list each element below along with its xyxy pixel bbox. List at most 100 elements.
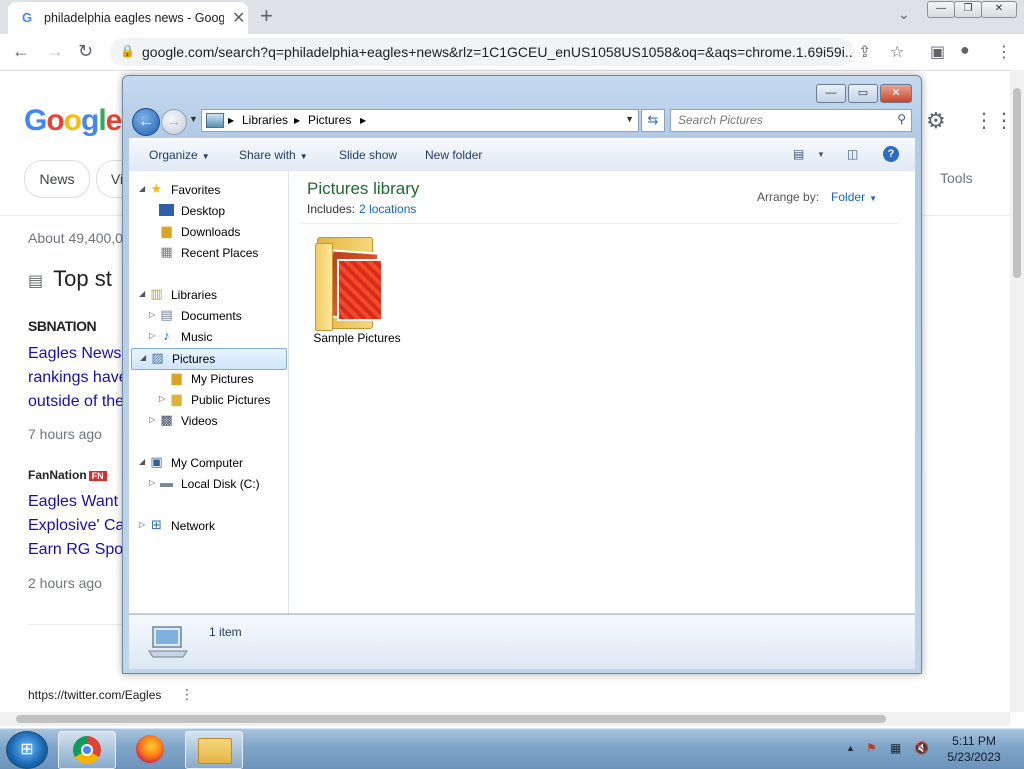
refresh-icon[interactable]: ⇆	[641, 109, 665, 132]
nav-label: Documents	[181, 309, 242, 323]
settings-gear-icon[interactable]: ⚙	[926, 108, 946, 134]
action-center-icon[interactable]: ⚑	[866, 741, 877, 755]
expanded-triangle-icon[interactable]: ◢	[139, 457, 145, 466]
taskbar-firefox[interactable]	[122, 731, 178, 767]
slide-show-button[interactable]: Slide show	[339, 148, 397, 162]
new-tab-icon[interactable]: +	[260, 3, 273, 29]
restore-button[interactable]: ❐	[954, 1, 982, 18]
google-favicon-icon: G	[22, 10, 33, 25]
collapsed-triangle-icon[interactable]: ▷	[149, 310, 155, 319]
arrange-by-dropdown[interactable]: Folder	[831, 190, 865, 204]
sample-pictures-label[interactable]: Sample Pictures	[289, 331, 425, 345]
story1-line1[interactable]: Eagles News	[28, 342, 121, 366]
organize-button[interactable]: Organize ▼	[149, 148, 210, 162]
nav-videos[interactable]: ▷ ▩ Videos	[139, 411, 279, 431]
expanded-triangle-icon[interactable]: ◢	[139, 289, 145, 298]
nav-downloads[interactable]: ▆ Downloads	[139, 222, 279, 242]
firefox-icon	[136, 735, 164, 763]
story1-line2[interactable]: rankings have	[28, 366, 128, 390]
help-icon[interactable]: ?	[883, 146, 899, 162]
expanded-triangle-icon[interactable]: ◢	[140, 353, 146, 362]
tools-button[interactable]: Tools	[940, 170, 973, 186]
minimize-button[interactable]: —	[927, 1, 955, 18]
nav-network[interactable]: ▷ ⊞ Network	[139, 516, 279, 536]
nav-documents[interactable]: ▷ ▤ Documents	[139, 306, 279, 326]
collapsed-triangle-icon[interactable]: ▷	[149, 415, 155, 424]
nav-my-computer[interactable]: ◢ ▣ My Computer	[139, 453, 279, 473]
search-input[interactable]: Search Pictures ⚲	[670, 109, 912, 132]
nav-my-pictures[interactable]: ▆ My Pictures	[139, 369, 279, 389]
nav-desktop[interactable]: Desktop	[139, 201, 279, 221]
breadcrumb-libraries[interactable]: Libraries	[242, 113, 288, 127]
nav-music[interactable]: ▷ ♪ Music	[139, 327, 279, 347]
nav-libraries[interactable]: ◢ ▥ Libraries	[139, 285, 279, 305]
story2-line3[interactable]: Earn RG Spo	[28, 538, 123, 562]
nav-recent-places[interactable]: ▦ Recent Places	[139, 243, 279, 263]
collapsed-triangle-icon[interactable]: ▷	[159, 394, 165, 403]
forward-button[interactable]: →	[161, 109, 187, 135]
newspaper-icon: ▤	[28, 273, 44, 290]
new-folder-button[interactable]: New folder	[425, 148, 482, 162]
tab-search-chevron-icon[interactable]: ⌄	[898, 6, 910, 23]
nav-favorites[interactable]: ◢ ★ Favorites	[139, 180, 279, 200]
reload-icon[interactable]: ↻	[78, 41, 93, 62]
collapsed-triangle-icon[interactable]: ▷	[149, 331, 155, 340]
preview-pane-icon[interactable]: ◫	[847, 147, 858, 161]
more-options-icon[interactable]: ⋮	[180, 686, 194, 703]
story2-line2[interactable]: Explosive' Ca	[28, 514, 124, 538]
address-bar[interactable]: ▶ Libraries ▶ Pictures ▶ ▼	[201, 109, 639, 132]
breadcrumb-pictures[interactable]: Pictures	[308, 113, 351, 127]
show-hidden-icons-icon[interactable]: ▲	[846, 743, 855, 753]
chip-news[interactable]: News	[24, 160, 90, 198]
locations-link[interactable]: 2 locations	[359, 202, 416, 216]
breadcrumb-arrow-icon[interactable]: ▶	[294, 116, 300, 125]
forward-arrow-icon[interactable]: →	[46, 41, 64, 62]
browser-tab[interactable]: G philadelphia eagles news - Goog ✕	[8, 2, 248, 34]
scroll-thumb[interactable]	[1013, 88, 1021, 278]
volume-muted-icon[interactable]: 🔇	[914, 741, 929, 755]
change-view-icon[interactable]: ▤	[793, 147, 804, 161]
clock-time: 5:11 PM	[952, 734, 996, 748]
breadcrumb-arrow-icon[interactable]: ▶	[228, 116, 234, 125]
share-with-button[interactable]: Share with ▼	[239, 148, 308, 162]
nav-pictures[interactable]: ◢ ▨ Pictures	[131, 348, 287, 370]
nav-local-disk[interactable]: ▷ ▬ Local Disk (C:)	[139, 474, 279, 494]
system-clock[interactable]: 5:11 PM 5/23/2023	[938, 733, 1010, 765]
collapsed-triangle-icon[interactable]: ▷	[139, 520, 145, 529]
recent-pages-chevron-icon[interactable]: ▼	[189, 114, 198, 124]
breadcrumb-arrow-icon[interactable]: ▶	[360, 116, 366, 125]
organize-label: Organize	[149, 148, 198, 162]
expanded-triangle-icon[interactable]: ◢	[139, 184, 145, 193]
menu-dots-icon[interactable]: ⋮	[996, 42, 1012, 62]
explorer-close-button[interactable]: ✕	[880, 84, 912, 103]
item-count: 1 item	[209, 625, 242, 639]
story1-line3[interactable]: outside of the	[28, 390, 124, 414]
collapsed-triangle-icon[interactable]: ▷	[149, 478, 155, 487]
arrange-chevron-icon[interactable]: ▼	[869, 194, 877, 203]
view-options-chevron-icon[interactable]: ▼	[817, 150, 825, 159]
share-icon[interactable]: ⇪	[858, 42, 871, 62]
horizontal-scrollbar[interactable]	[0, 712, 1010, 726]
back-arrow-icon[interactable]: ←	[12, 41, 30, 62]
vertical-scrollbar[interactable]	[1010, 70, 1024, 712]
profile-avatar-icon[interactable]: ●	[960, 42, 970, 60]
search-icon[interactable]: ⚲	[897, 112, 906, 126]
close-window-button[interactable]: ✕	[981, 1, 1017, 18]
sample-pictures-folder-icon[interactable]	[311, 233, 387, 333]
side-panel-icon[interactable]: ▣	[930, 42, 945, 62]
explorer-minimize-button[interactable]: —	[816, 84, 846, 103]
taskbar-chrome[interactable]	[58, 731, 116, 769]
scroll-thumb[interactable]	[16, 715, 886, 723]
google-logo[interactable]: Google	[24, 104, 122, 138]
taskbar-explorer[interactable]	[185, 731, 243, 769]
address-bar[interactable]: 🔒 google.com/search?q=philadelphia+eagle…	[110, 38, 854, 66]
nav-public-pictures[interactable]: ▷ ▆ Public Pictures	[139, 390, 279, 410]
close-tab-icon[interactable]: ✕	[232, 8, 245, 28]
explorer-maximize-button[interactable]: ▭	[848, 84, 878, 103]
address-dropdown-icon[interactable]: ▼	[625, 114, 634, 124]
story2-line1[interactable]: Eagles Want	[28, 490, 118, 514]
bookmark-star-icon[interactable]: ☆	[890, 42, 904, 62]
network-tray-icon[interactable]: ▦	[890, 741, 901, 755]
back-button[interactable]: ←	[132, 108, 160, 136]
start-button[interactable]: ⊞	[6, 731, 48, 769]
